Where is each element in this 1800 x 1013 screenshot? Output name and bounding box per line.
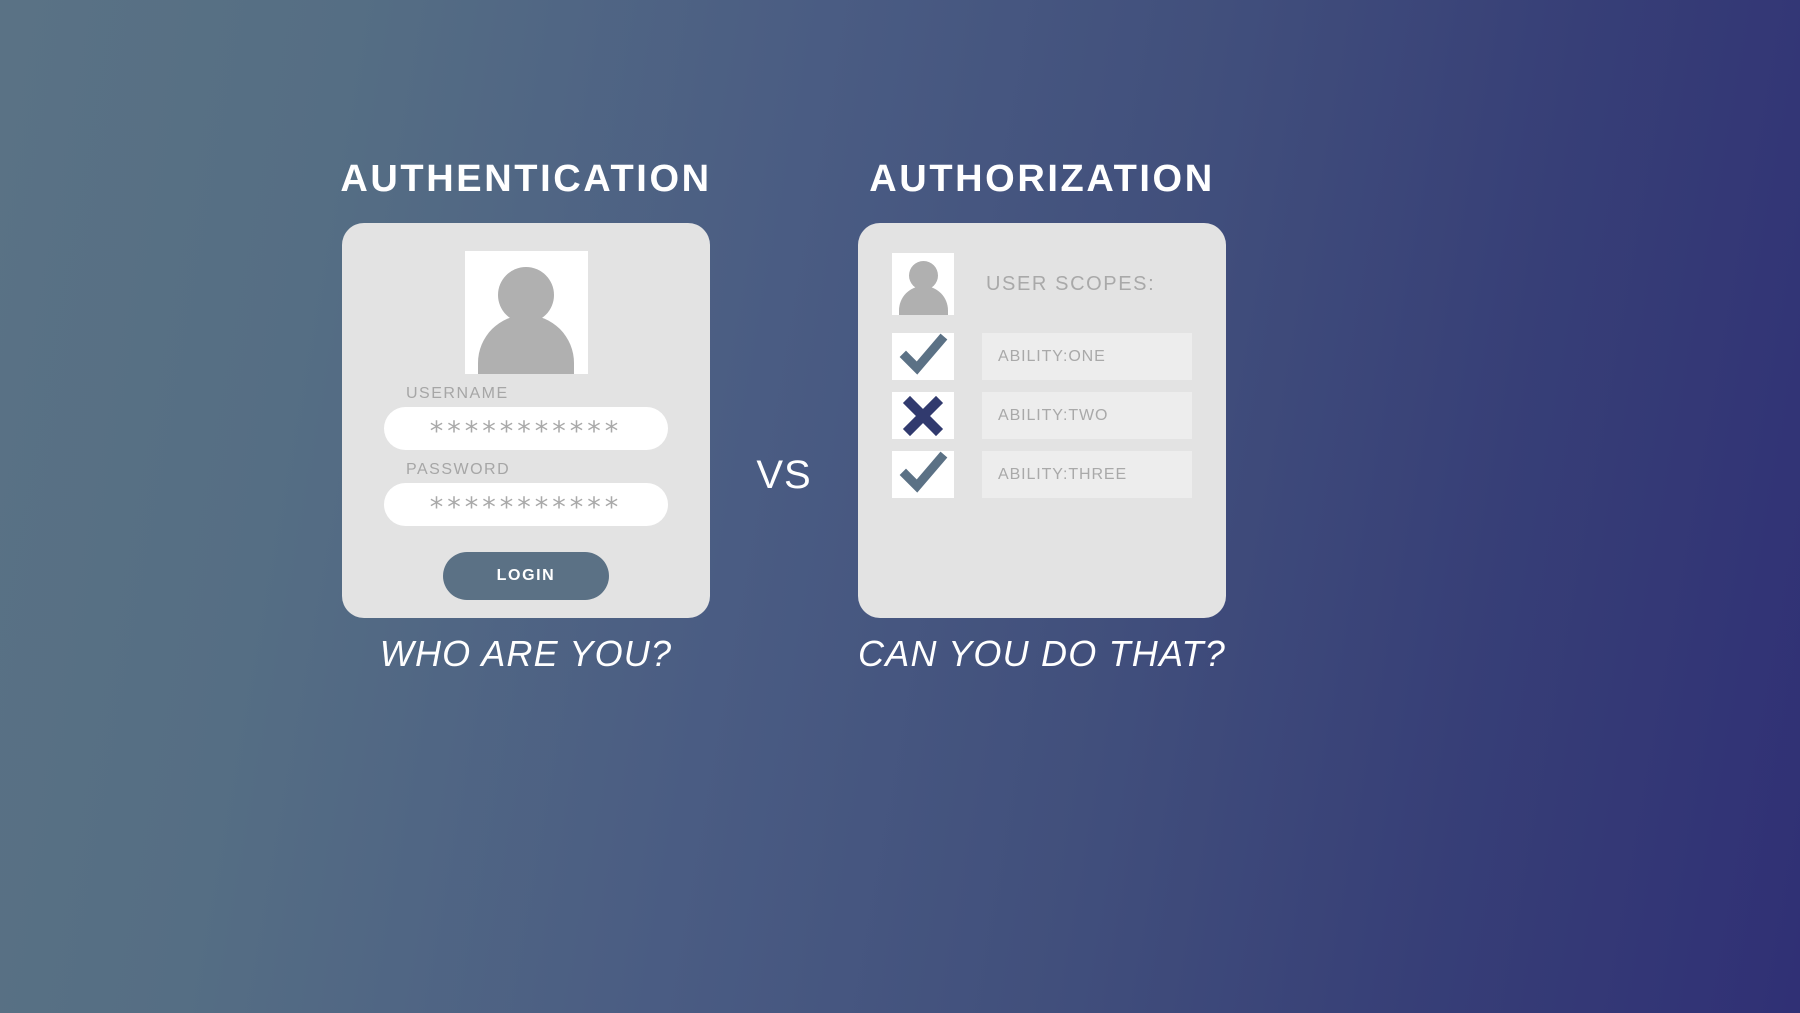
username-label: USERNAME — [406, 385, 509, 402]
authorization-caption: CAN YOU DO THAT? — [858, 633, 1226, 674]
authentication-column: AUTHENTICATION USERNAME *********** PASS… — [340, 158, 712, 674]
avatar-body-shape — [478, 315, 574, 374]
login-button[interactable]: LOGIN — [443, 552, 609, 600]
cross-icon[interactable] — [892, 392, 954, 439]
scope-row: ABILITY:ONE — [892, 333, 1192, 380]
scopes-card: USER SCOPES: ABILITY:ONE ABILITY:TWO ABI… — [858, 223, 1226, 618]
authentication-caption: WHO ARE YOU? — [379, 633, 673, 674]
scope-row: ABILITY:TWO — [892, 392, 1192, 439]
user-avatar-icon — [464, 251, 588, 374]
check-icon[interactable] — [892, 451, 954, 498]
scope-row: ABILITY:THREE — [892, 451, 1192, 498]
scope-label: ABILITY:TWO — [982, 392, 1192, 439]
authorization-title: AUTHORIZATION — [869, 158, 1215, 200]
check-icon[interactable] — [892, 333, 954, 380]
authentication-title: AUTHENTICATION — [340, 158, 712, 200]
slide-canvas: AUTHENTICATION USERNAME *********** PASS… — [0, 0, 1800, 1013]
scopes-header: USER SCOPES: — [892, 253, 1192, 315]
login-button-row: LOGIN — [384, 552, 668, 600]
scope-label: ABILITY:THREE — [982, 451, 1192, 498]
avatar-body-shape — [898, 286, 948, 315]
authorization-column: AUTHORIZATION USER SCOPES: ABILITY:ONE A… — [858, 160, 1226, 672]
password-label: PASSWORD — [406, 461, 511, 478]
password-input[interactable]: *********** — [384, 483, 668, 526]
user-scopes-label: USER SCOPES: — [986, 273, 1156, 295]
login-card: USERNAME *********** PASSWORD **********… — [342, 223, 710, 618]
vs-divider-label: VS — [756, 453, 812, 497]
scope-label: ABILITY:ONE — [982, 333, 1192, 380]
user-avatar-icon — [892, 253, 954, 315]
username-input[interactable]: *********** — [384, 407, 668, 450]
